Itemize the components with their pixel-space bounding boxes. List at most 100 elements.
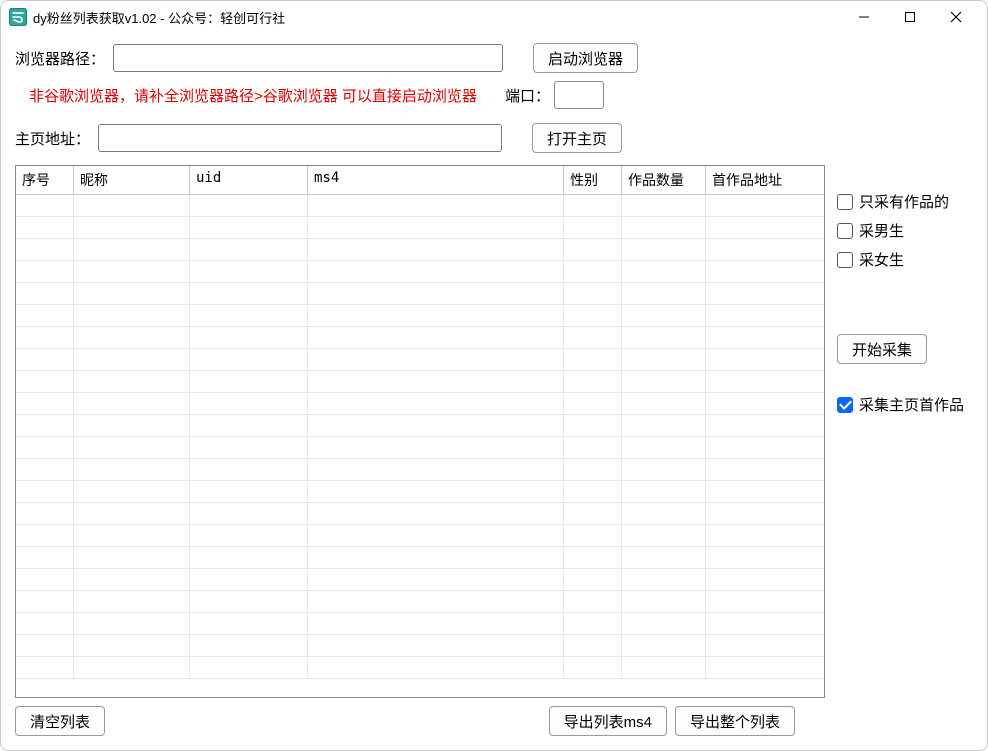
table-row[interactable] — [16, 371, 824, 393]
table-cell — [74, 547, 190, 568]
table-cell — [16, 481, 74, 502]
table-cell — [190, 239, 308, 260]
table-cell — [564, 547, 622, 568]
label-home-url: 主页地址： — [15, 128, 90, 149]
table-cell — [622, 393, 706, 414]
table-cell — [622, 327, 706, 348]
col-nickname[interactable]: 昵称 — [74, 166, 190, 194]
maximize-button[interactable] — [887, 3, 933, 31]
home-url-input[interactable] — [98, 124, 502, 152]
table-row[interactable] — [16, 415, 824, 437]
export-ms4-button[interactable]: 导出列表ms4 — [549, 706, 667, 736]
table-cell — [16, 591, 74, 612]
table-row[interactable] — [16, 195, 824, 217]
table-cell — [74, 525, 190, 546]
col-uid[interactable]: uid — [190, 166, 308, 194]
table-row[interactable] — [16, 459, 824, 481]
checkbox-box — [837, 397, 853, 413]
table-cell — [622, 195, 706, 216]
minimize-button[interactable] — [841, 3, 887, 31]
col-gender[interactable]: 性别 — [564, 166, 622, 194]
checkbox-box — [837, 194, 853, 210]
table-row[interactable] — [16, 239, 824, 261]
table-cell — [74, 657, 190, 678]
table-row[interactable] — [16, 613, 824, 635]
table-row[interactable] — [16, 327, 824, 349]
table-cell — [706, 261, 824, 282]
port-input[interactable] — [554, 81, 604, 109]
hint-text: 非谷歌浏览器，请补全浏览器路径>谷歌浏览器 可以直接启动浏览器 — [29, 85, 477, 106]
side-panel: 只采有作品的 采男生 采女生 开始采集 采集主页首作品 — [837, 165, 973, 698]
table-cell — [190, 195, 308, 216]
table-row[interactable] — [16, 349, 824, 371]
table-row[interactable] — [16, 657, 824, 679]
open-home-button[interactable]: 打开主页 — [532, 123, 622, 153]
table-cell — [564, 635, 622, 656]
table-row[interactable] — [16, 283, 824, 305]
table-cell — [16, 525, 74, 546]
table-header: 序号 昵称 uid ms4 性别 作品数量 首作品地址 — [16, 166, 824, 195]
table-cell — [706, 481, 824, 502]
table-cell — [622, 591, 706, 612]
table-row[interactable] — [16, 525, 824, 547]
table-cell — [706, 195, 824, 216]
table-cell — [308, 305, 564, 326]
row-browser-path: 浏览器路径： 启动浏览器 — [15, 43, 973, 73]
table-row[interactable] — [16, 393, 824, 415]
col-firsturl[interactable]: 首作品地址 — [706, 166, 824, 194]
table-cell — [190, 657, 308, 678]
checkbox-box — [837, 252, 853, 268]
table-cell — [16, 415, 74, 436]
table-cell — [622, 305, 706, 326]
table-cell — [16, 635, 74, 656]
col-index[interactable]: 序号 — [16, 166, 74, 194]
table-cell — [706, 547, 824, 568]
col-ms4[interactable]: ms4 — [308, 166, 564, 194]
table-cell — [74, 503, 190, 524]
table-row[interactable] — [16, 635, 824, 657]
table-cell — [16, 503, 74, 524]
table-row[interactable] — [16, 547, 824, 569]
table-cell — [74, 481, 190, 502]
table-cell — [190, 327, 308, 348]
table-cell — [190, 525, 308, 546]
table-row[interactable] — [16, 305, 824, 327]
checkbox-only-has-works[interactable]: 只采有作品的 — [837, 191, 973, 212]
table-cell — [74, 437, 190, 458]
table-cell — [74, 349, 190, 370]
start-collect-button[interactable]: 开始采集 — [837, 334, 927, 364]
window-title: dy粉丝列表获取v1.02 - 公众号：轻创可行社 — [33, 8, 285, 27]
checkbox-collect-female[interactable]: 采女生 — [837, 249, 973, 270]
table-row[interactable] — [16, 481, 824, 503]
table-row[interactable] — [16, 503, 824, 525]
table-cell — [622, 459, 706, 480]
col-works[interactable]: 作品数量 — [622, 166, 706, 194]
table-cell — [190, 569, 308, 590]
checkbox-collect-male[interactable]: 采男生 — [837, 220, 973, 241]
table-row[interactable] — [16, 591, 824, 613]
table-cell — [564, 459, 622, 480]
table-row[interactable] — [16, 569, 824, 591]
table-cell — [190, 635, 308, 656]
table-row[interactable] — [16, 437, 824, 459]
export-all-button[interactable]: 导出整个列表 — [675, 706, 795, 736]
browser-path-input[interactable] — [113, 44, 503, 72]
data-table[interactable]: 序号 昵称 uid ms4 性别 作品数量 首作品地址 — [15, 165, 825, 698]
checkbox-collect-first-work[interactable]: 采集主页首作品 — [837, 394, 973, 415]
table-cell — [190, 613, 308, 634]
table-cell — [190, 261, 308, 282]
table-cell — [16, 459, 74, 480]
table-cell — [564, 371, 622, 392]
close-button[interactable] — [933, 3, 979, 31]
table-cell — [74, 283, 190, 304]
table-cell — [622, 525, 706, 546]
table-row[interactable] — [16, 261, 824, 283]
table-cell — [308, 217, 564, 238]
table-cell — [16, 547, 74, 568]
launch-browser-button[interactable]: 启动浏览器 — [533, 43, 638, 73]
checkbox-label: 采女生 — [859, 249, 904, 270]
table-cell — [622, 503, 706, 524]
table-row[interactable] — [16, 217, 824, 239]
clear-list-button[interactable]: 清空列表 — [15, 706, 105, 736]
content-row: 序号 昵称 uid ms4 性别 作品数量 首作品地址 只采有作品的 采男生 — [15, 165, 973, 698]
